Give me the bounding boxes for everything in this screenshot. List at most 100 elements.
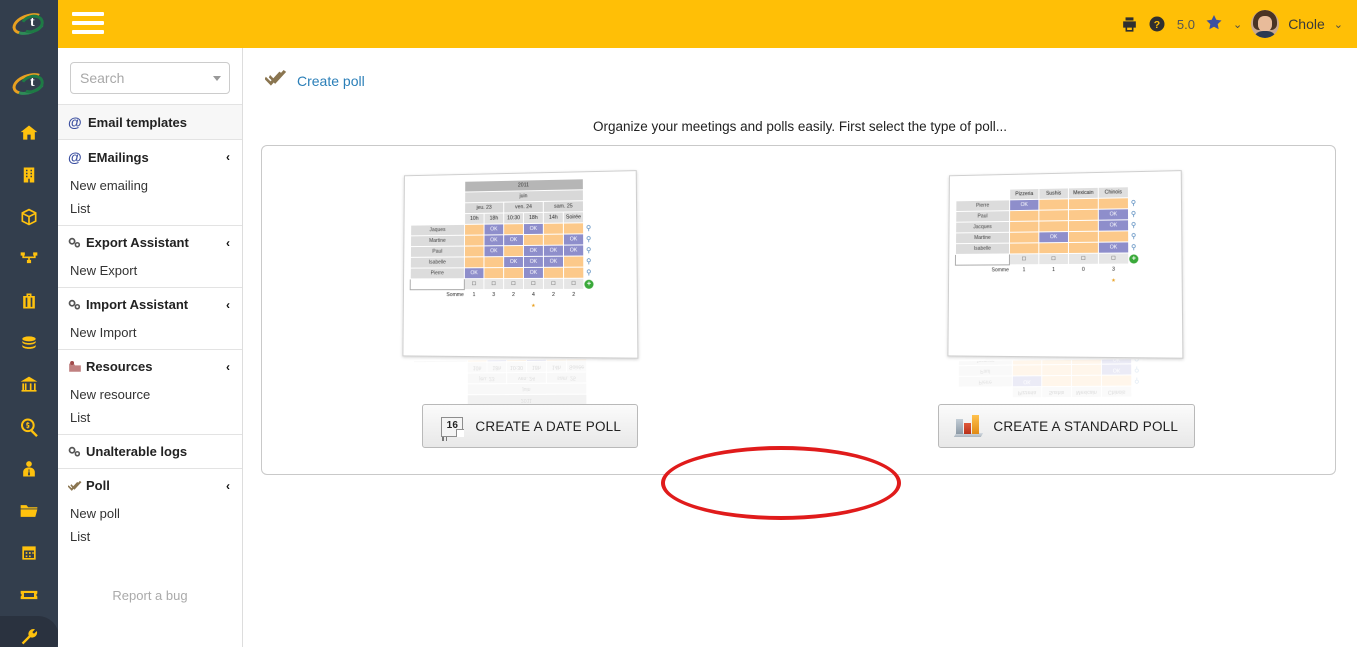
nav-item-list[interactable]: List bbox=[58, 525, 242, 553]
double-check-icon bbox=[264, 68, 287, 93]
avatar[interactable] bbox=[1251, 10, 1280, 38]
double-check-icon bbox=[68, 480, 86, 492]
rail-item-home[interactable] bbox=[0, 112, 58, 154]
calendar-icon bbox=[19, 543, 39, 563]
create-date-poll-label: CREATE A DATE POLL bbox=[475, 418, 622, 434]
nav-group: @ Email templates bbox=[58, 104, 242, 139]
rail-item-calendar[interactable] bbox=[0, 532, 58, 574]
hamburger-icon[interactable] bbox=[72, 12, 104, 39]
secondary-nav: @Email templates@EMailings‹New emailingL… bbox=[58, 48, 243, 647]
rail-item-sitemap[interactable] bbox=[0, 238, 58, 280]
nav-group: Unalterable logs bbox=[58, 434, 242, 468]
nav-item-list[interactable]: List bbox=[58, 197, 242, 225]
nav-item-new-poll[interactable]: New poll bbox=[58, 502, 242, 525]
rail-item-tools[interactable] bbox=[0, 616, 59, 647]
icon-rail: t t bbox=[0, 0, 59, 647]
wrench-icon bbox=[19, 627, 40, 647]
calendar-16-icon: 16 bbox=[439, 414, 465, 441]
create-standard-poll-button[interactable]: CREATE A STANDARD POLL bbox=[938, 404, 1196, 448]
sitemap-icon bbox=[18, 249, 40, 269]
nav-group-label: Import Assistant bbox=[86, 297, 189, 312]
rail-item-list bbox=[0, 112, 59, 647]
nav-item-new-emailing[interactable]: New emailing bbox=[58, 174, 242, 197]
app-logo-top: t bbox=[0, 0, 58, 48]
star-chevron-down-icon[interactable]: ⌄ bbox=[1233, 18, 1242, 31]
main-content: Create poll Organize your meetings and p… bbox=[243, 48, 1357, 647]
chevron-down-icon[interactable] bbox=[213, 76, 221, 81]
rail-item-accounting[interactable] bbox=[0, 364, 58, 406]
rail-item-tickets[interactable] bbox=[0, 574, 58, 616]
nav-group-header-export-assistant[interactable]: Export Assistant ‹ bbox=[58, 226, 242, 259]
ticket-icon bbox=[18, 585, 40, 605]
version-label: 5.0 bbox=[1176, 16, 1195, 32]
nav-item-list[interactable]: List bbox=[58, 406, 242, 434]
nav-group-header-unalterable-logs[interactable]: Unalterable logs bbox=[58, 435, 242, 468]
standard-poll-section: Pizzeria Sushis Mexicain Chinois Pierre OK ⚲ Pa… bbox=[799, 146, 1336, 474]
star-icon[interactable] bbox=[1204, 13, 1224, 36]
gears-icon bbox=[68, 446, 86, 458]
date-poll-preview-image: 2011 juin jeu. 23 ven. 24 sam. 25 10h 18h 10:30… bbox=[400, 170, 639, 406]
chevron-left-icon[interactable]: ‹ bbox=[226, 479, 230, 493]
breadcrumb-create-poll-link[interactable]: Create poll bbox=[297, 73, 365, 89]
user-chevron-down-icon[interactable]: ⌄ bbox=[1334, 18, 1343, 31]
at-icon: @ bbox=[68, 114, 82, 130]
nav-group-label: EMailings bbox=[88, 149, 149, 165]
date-poll-section: 2011 juin jeu. 23 ven. 24 sam. 25 10h 18h 10:30… bbox=[262, 146, 799, 474]
nav-group-header-poll[interactable]: Poll ‹ bbox=[58, 469, 242, 502]
nav-footer: Report a bug bbox=[58, 553, 242, 605]
building-icon bbox=[20, 165, 38, 185]
bar-chart-icon bbox=[954, 414, 984, 438]
resources-icon bbox=[68, 360, 86, 373]
at-icon: @ bbox=[68, 149, 82, 165]
rail-item-documents[interactable] bbox=[0, 490, 58, 532]
top-bar: ? 5.0 ⌄ Chole ⌄ bbox=[58, 0, 1357, 48]
chevron-left-icon[interactable]: ‹ bbox=[226, 150, 230, 164]
nav-group: Export Assistant ‹ New Export bbox=[58, 225, 242, 287]
chevron-left-icon[interactable]: ‹ bbox=[226, 298, 230, 312]
rail-item-contacts[interactable] bbox=[0, 448, 58, 490]
nav-group-label: Email templates bbox=[88, 114, 187, 130]
create-date-poll-button[interactable]: 16 CREATE A DATE POLL bbox=[422, 404, 639, 448]
poll-type-panel: 2011 juin jeu. 23 ven. 24 sam. 25 10h 18h 10:30… bbox=[261, 145, 1336, 475]
nav-item-new-export[interactable]: New Export bbox=[58, 259, 242, 287]
printer-icon[interactable] bbox=[1120, 15, 1139, 34]
gears-icon bbox=[68, 237, 86, 249]
nav-group-label: Resources bbox=[86, 359, 153, 374]
search-box[interactable] bbox=[70, 62, 230, 94]
nav-group-label: Poll bbox=[86, 478, 110, 493]
search-money-icon bbox=[19, 417, 40, 437]
chevron-left-icon[interactable]: ‹ bbox=[226, 360, 230, 374]
table-row: Paul OK ⚲ bbox=[957, 363, 1142, 377]
nav-group: Poll ‹ New poll List bbox=[58, 468, 242, 553]
search-area bbox=[58, 48, 242, 104]
nav-item-new-import[interactable]: New Import bbox=[58, 321, 242, 349]
standard-poll-table: Pizzeria Sushis Mexicain Chinois Pierre OK ⚲ Pa… bbox=[954, 186, 1139, 287]
help-circle-icon[interactable]: ? bbox=[1148, 15, 1166, 33]
rail-item-audit[interactable] bbox=[0, 406, 58, 448]
folder-icon bbox=[18, 501, 40, 521]
rail-item-companies[interactable] bbox=[0, 154, 58, 196]
home-icon bbox=[18, 123, 40, 143]
user-name-label[interactable]: Chole bbox=[1288, 16, 1325, 32]
nav-group-header-resources[interactable]: Resources ‹ bbox=[58, 350, 242, 383]
package-icon bbox=[18, 207, 40, 227]
rail-item-projects[interactable] bbox=[0, 280, 58, 322]
rail-item-products[interactable] bbox=[0, 196, 58, 238]
report-a-bug-link[interactable]: Report a bug bbox=[112, 588, 187, 603]
nav-group-header-emailings[interactable]: @ EMailings ‹ bbox=[58, 140, 242, 174]
nav-group-label: Export Assistant bbox=[86, 235, 189, 250]
nav-group-header-email-templates[interactable]: @ Email templates bbox=[58, 105, 242, 139]
chevron-left-icon[interactable]: ‹ bbox=[226, 236, 230, 250]
rail-item-finance[interactable] bbox=[0, 322, 58, 364]
gears-icon bbox=[68, 299, 86, 311]
date-poll-table: 2011 juin jeu. 23 ven. 24 sam. 25 10h 18h 10:30… bbox=[413, 358, 598, 406]
search-input[interactable] bbox=[71, 63, 229, 93]
nav-item-new-resource[interactable]: New resource bbox=[58, 383, 242, 406]
nav-group: Resources ‹ New resource List bbox=[58, 349, 242, 434]
date-poll-table: 2011 juin jeu. 23 ven. 24 sam. 25 10h 18h 10:30… bbox=[410, 178, 595, 312]
standard-poll-preview-image: Pizzeria Sushis Mexicain Chinois Pierre OK ⚲ Pa… bbox=[945, 170, 1183, 398]
user-tie-icon bbox=[19, 459, 39, 479]
nav-group-header-import-assistant[interactable]: Import Assistant ‹ bbox=[58, 288, 242, 321]
table-row: JacquesOK⚲ bbox=[957, 358, 1142, 366]
app-root: t t ? 5.0 ⌄ Chole ⌄ Search @ Email templ… bbox=[0, 0, 1357, 647]
